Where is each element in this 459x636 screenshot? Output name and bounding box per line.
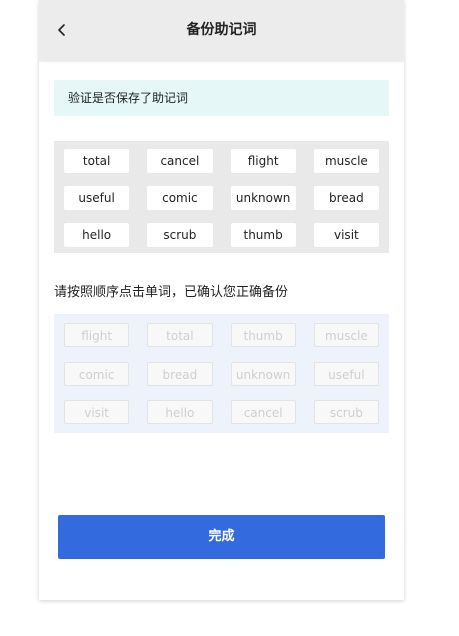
top-bar: 备份助记词 [39, 0, 404, 60]
verify-notice: 验证是否保存了助记词 [54, 80, 389, 116]
mnemonic-word[interactable]: total [64, 149, 130, 173]
mnemonic-word[interactable]: cancel [147, 149, 213, 173]
mnemonic-word[interactable]: thumb [230, 223, 296, 247]
word-choice[interactable]: cancel [230, 400, 296, 425]
done-button[interactable]: 完成 [58, 515, 385, 559]
mnemonic-word[interactable]: flight [230, 149, 296, 173]
word-choice-grid: flight total thumb muscle comic bread un… [54, 314, 389, 433]
word-choice[interactable]: thumb [230, 323, 296, 347]
word-choice[interactable]: visit [64, 400, 130, 425]
word-choice[interactable]: total [147, 323, 213, 347]
mnemonic-word[interactable]: muscle [313, 149, 379, 173]
word-choice[interactable]: scrub [313, 400, 379, 425]
word-choice[interactable]: useful [313, 361, 379, 386]
mnemonic-word[interactable]: scrub [147, 223, 213, 247]
mnemonic-word-grid: total cancel flight muscle useful comic … [54, 141, 389, 253]
mnemonic-word[interactable]: comic [147, 186, 213, 210]
word-choice[interactable]: hello [147, 400, 213, 425]
word-choice[interactable]: unknown [230, 361, 296, 386]
word-choice[interactable]: bread [147, 361, 213, 386]
page-title: 备份助记词 [186, 22, 257, 38]
mnemonic-word[interactable]: useful [64, 186, 130, 210]
mnemonic-word[interactable]: visit [313, 223, 379, 247]
mnemonic-word[interactable]: unknown [230, 186, 296, 210]
mnemonic-word[interactable]: hello [64, 223, 130, 247]
app-screen: 备份助记词 验证是否保存了助记词 total cancel flight mus… [39, 0, 404, 600]
word-choice[interactable]: comic [64, 361, 130, 386]
order-instruction: 请按照顺序点击单词，已确认您正确备份 [54, 285, 289, 300]
word-choice[interactable]: muscle [313, 323, 379, 347]
word-choice[interactable]: flight [64, 323, 130, 347]
mnemonic-word[interactable]: bread [313, 186, 379, 210]
